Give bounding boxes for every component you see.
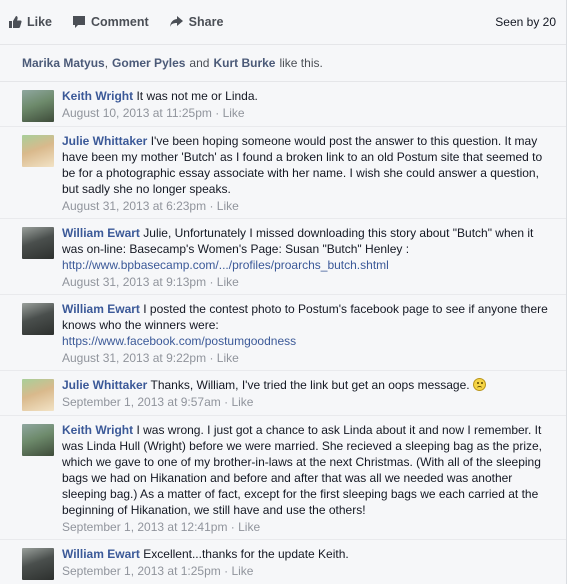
likes-separator: ,: [104, 56, 109, 70]
seen-by-count[interactable]: Seen by 20: [495, 15, 556, 29]
comment-item: Julie Whittaker Thanks, William, I've tr…: [0, 371, 566, 416]
comment-author[interactable]: Keith Wright: [62, 423, 133, 437]
comment-timestamp[interactable]: August 31, 2013 at 9:22pm: [62, 351, 206, 365]
action-bar: Like Comment Share Seen by 20: [0, 0, 566, 45]
likes-suffix: like this.: [279, 56, 323, 70]
share-arrow-icon: [169, 16, 183, 27]
comment-timestamp[interactable]: August 10, 2013 at 11:25pm: [62, 106, 212, 120]
avatar[interactable]: [22, 90, 54, 122]
avatar[interactable]: [22, 227, 54, 259]
comment-like-link[interactable]: Like: [238, 520, 260, 534]
avatar[interactable]: [22, 379, 54, 411]
comment-text: Thanks, William, I've tried the link but…: [150, 378, 470, 392]
comment-item: William Ewart I posted the contest photo…: [0, 295, 566, 371]
avatar[interactable]: [22, 548, 54, 580]
liker-link[interactable]: Gomer Pyles: [112, 56, 185, 70]
avatar[interactable]: [22, 135, 54, 167]
comment-text: It was not me or Linda.: [136, 89, 258, 103]
avatar[interactable]: [22, 424, 54, 456]
comment-author[interactable]: Keith Wright: [62, 89, 133, 103]
comment-author[interactable]: William Ewart: [62, 226, 140, 240]
comment-like-link[interactable]: Like: [217, 275, 239, 289]
comment-timestamp[interactable]: August 31, 2013 at 6:23pm: [62, 199, 206, 213]
comment-like-link[interactable]: Like: [231, 564, 253, 578]
comment-list: Keith Wright It was not me or Linda. Aug…: [0, 82, 566, 584]
thumbs-up-icon: [9, 16, 22, 28]
comment-item: William Ewart Excellent...thanks for the…: [0, 540, 566, 584]
comment-link[interactable]: https://www.facebook.com/postumgoodness: [62, 334, 296, 348]
comment-timestamp[interactable]: September 1, 2013 at 12:41pm: [62, 520, 227, 534]
comment-timestamp[interactable]: August 31, 2013 at 9:13pm: [62, 275, 206, 289]
share-button[interactable]: Share: [169, 15, 224, 29]
comment-text: I was wrong. I just got a chance to ask …: [62, 423, 543, 517]
likes-summary: Marika Matyus, Gomer Pyles and Kurt Burk…: [0, 45, 566, 82]
frown-emoji-icon: [472, 378, 486, 391]
comment-icon: [73, 16, 86, 28]
like-button[interactable]: Like: [8, 15, 52, 29]
comment-button[interactable]: Comment: [72, 15, 149, 29]
comment-author[interactable]: William Ewart: [62, 302, 140, 316]
comment-author[interactable]: William Ewart: [62, 547, 140, 561]
likes-and: and: [189, 56, 210, 70]
comment-like-link[interactable]: Like: [231, 395, 253, 409]
comment-like-link[interactable]: Like: [217, 199, 239, 213]
comment-author[interactable]: Julie Whittaker: [62, 378, 147, 392]
comment-label: Comment: [91, 15, 149, 29]
comment-link[interactable]: http://www.bpbasecamp.com/.../profiles/p…: [62, 258, 389, 272]
liker-link[interactable]: Marika Matyus: [22, 56, 105, 70]
comment-text: Excellent...thanks for the update Keith.: [143, 547, 349, 561]
comment-timestamp[interactable]: September 1, 2013 at 9:57am: [62, 395, 221, 409]
avatar[interactable]: [22, 303, 54, 335]
comment-author[interactable]: Julie Whittaker: [62, 134, 147, 148]
comment-timestamp[interactable]: September 1, 2013 at 1:25pm: [62, 564, 221, 578]
comment-item: Keith Wright I was wrong. I just got a c…: [0, 416, 566, 540]
comment-item: Keith Wright It was not me or Linda. Aug…: [0, 82, 566, 127]
like-label: Like: [27, 15, 53, 29]
liker-link[interactable]: Kurt Burke: [213, 56, 275, 70]
comment-like-link[interactable]: Like: [223, 106, 245, 120]
comment-like-link[interactable]: Like: [217, 351, 239, 365]
comment-item: Julie Whittaker I've been hoping someone…: [0, 127, 566, 219]
comment-item: William Ewart Julie, Unfortunately I mis…: [0, 219, 566, 295]
share-label: Share: [188, 15, 224, 29]
